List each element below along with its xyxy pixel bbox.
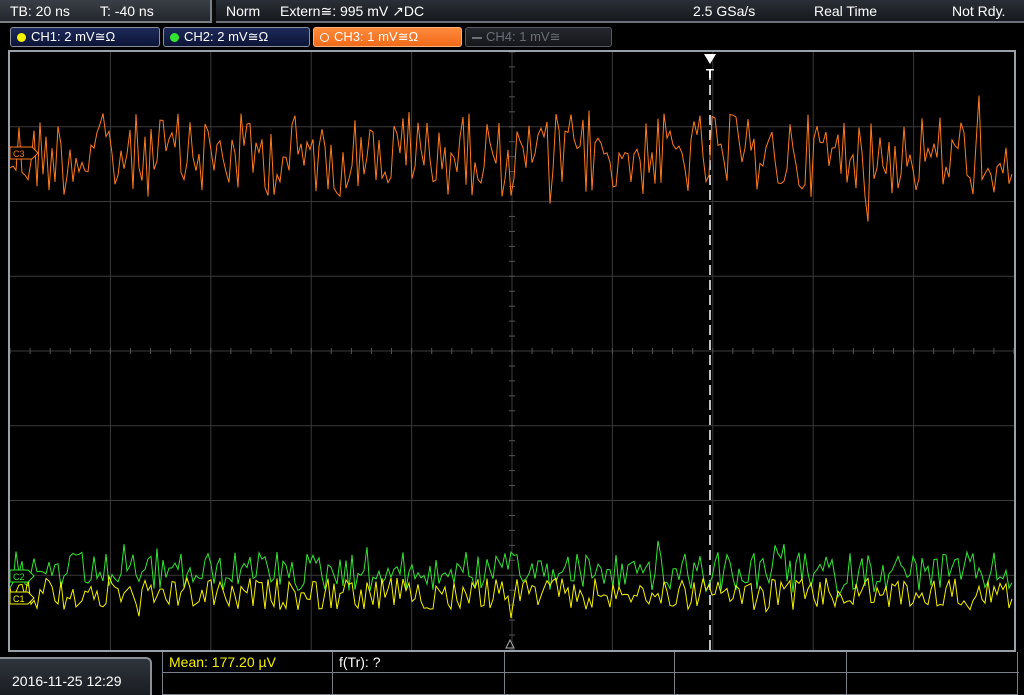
measurement-slot-7[interactable] [333,673,505,695]
ch1-indicator-icon [17,33,26,42]
svg-text:C1: C1 [13,594,25,604]
svg-text:C2: C2 [13,572,25,582]
measurement-table[interactable]: Mean: 177.20 µV f(Tr): ? [162,652,1019,695]
measurement-slot-5[interactable] [847,652,1019,673]
channel-4-button[interactable]: CH4: 1 mV≅ [465,27,612,47]
datetime-label: 2016-11-25 12:29 [12,673,122,689]
ch2-indicator-icon [170,33,179,42]
bottom-bar: 2016-11-25 12:29 Mean: 177.20 µV f(Tr): … [0,652,1024,695]
measurement-slot-9[interactable] [675,673,847,695]
channel-3-label: CH3: 1 mV≅Ω [334,29,419,44]
trigger-marker-label: T [706,66,714,81]
measurement-mean[interactable]: Mean: 177.20 µV [163,652,333,673]
status-bar: TB: 20 ns T: -40 ns Norm Extern≅: 995 mV… [0,0,1024,23]
acquisition-state: Not Rdy. [952,3,1006,19]
channel-2-button[interactable]: CH2: 2 mV≅Ω [163,27,310,47]
waveform-display[interactable]: T C3 C2 C1 [10,52,1014,650]
channel-2-label: CH2: 2 mV≅Ω [184,29,269,44]
ch3-indicator-icon [320,33,329,42]
datetime-panel[interactable]: 2016-11-25 12:29 [0,657,152,695]
ch2-reference-marker[interactable]: C2 [10,569,35,583]
ch1-reference-marker[interactable]: C1 [10,591,35,605]
measurement-slot-4[interactable] [675,652,847,673]
ch3-waveform [10,95,1013,222]
sample-rate: 2.5 GSa/s [693,3,756,19]
measurement-slot-8[interactable] [505,673,675,695]
channel-3-button[interactable]: CH3: 1 mV≅Ω [313,27,462,47]
channel-1-button[interactable]: CH1: 2 mV≅Ω [10,27,160,47]
timebase-panel[interactable]: TB: 20 ns T: -40 ns [0,0,212,23]
trigger-status-strip[interactable]: Norm Extern≅: 995 mV ↗DC 2.5 GSa/s Real … [216,0,1024,23]
graticule [10,52,1014,650]
ch3-reference-marker[interactable]: C3 [10,146,39,160]
trigger-time-label: T: -40 ns [100,3,154,19]
measurement-slot-6[interactable] [163,673,333,695]
trigger-mode: Norm [226,3,261,19]
measurement-slot-3[interactable] [505,652,675,673]
trigger-source: Extern≅: 995 mV ↗DC [280,3,425,19]
acquisition-mode: Real Time [814,3,878,19]
measurement-ftr[interactable]: f(Tr): ? [333,652,505,673]
svg-text:C3: C3 [13,149,25,159]
channel-1-label: CH1: 2 mV≅Ω [31,29,116,44]
timebase-label: TB: 20 ns [10,3,70,19]
ch4-off-icon [472,37,482,39]
channel-bar: CH1: 2 mV≅Ω CH2: 2 mV≅Ω CH3: 1 mV≅Ω CH4:… [0,25,1024,49]
channel-4-label: CH4: 1 mV≅ [486,29,561,44]
trigger-arrow-icon[interactable] [704,54,716,64]
time-reference-icon [505,638,515,649]
